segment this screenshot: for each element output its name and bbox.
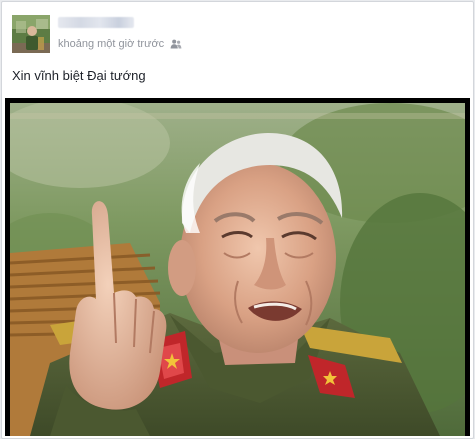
post-meta: khoảng một giờ trước [58, 37, 182, 51]
author-name-redacted[interactable] [58, 17, 134, 28]
avatar-image [12, 15, 50, 53]
post-text: Xin vĩnh biệt Đại tướng [12, 68, 146, 83]
friends-icon[interactable] [170, 38, 182, 50]
photo-frame[interactable] [5, 98, 470, 436]
post-timestamp[interactable]: khoảng một giờ trước [58, 38, 164, 50]
post-card: khoảng một giờ trước Xin vĩnh biệt Đại t… [1, 1, 474, 439]
portrait-photo [10, 103, 465, 436]
post-photo[interactable] [10, 103, 465, 436]
avatar[interactable] [12, 15, 50, 53]
